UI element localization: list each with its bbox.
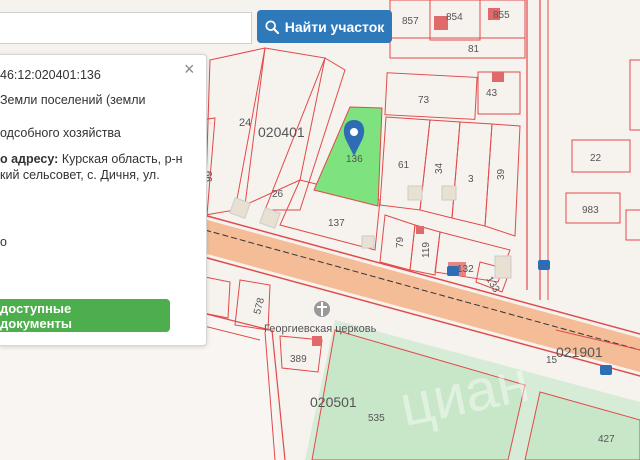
plot-label: 73 — [418, 95, 430, 106]
plot-label: 79 — [395, 236, 406, 248]
search-input[interactable] — [0, 12, 252, 44]
plot-label: 857 — [402, 16, 419, 27]
plot-label: 854 — [446, 12, 463, 23]
search-icon — [265, 19, 279, 34]
quarter-label: 020501 — [310, 394, 357, 410]
quarter-label: 020401 — [258, 124, 305, 140]
plot-info-popup: × 46:12:020401:136 Земли поселений (земл… — [0, 54, 207, 346]
close-icon[interactable]: × — [184, 60, 195, 78]
plot-label: 132 — [457, 264, 474, 275]
land-category: Земли поселений (земли — [0, 93, 146, 107]
plot-label: 22 — [590, 153, 602, 164]
permitted-use: одсобного хозяйства — [0, 126, 121, 140]
church-label: Георгиевская церковь — [264, 323, 377, 335]
address-label: о адресу: — [0, 152, 59, 166]
plot-label: 61 — [398, 160, 410, 171]
plot-label: 855 — [493, 10, 510, 21]
plot-label: 136 — [346, 154, 363, 165]
find-plot-button[interactable]: Найти участок — [257, 10, 392, 43]
plot-label: 26 — [272, 189, 284, 200]
cadastral-number: 46:12:020401:136 — [0, 68, 101, 82]
plot-label: 535 — [368, 413, 385, 424]
address-line: о адресу: Курская область, р-н — [0, 152, 183, 166]
plot-label: 983 — [582, 205, 599, 216]
plot-label: 119 — [421, 242, 432, 258]
plot-label: 137 — [328, 218, 345, 229]
plot-label: 43 — [486, 88, 498, 99]
plot-label: 81 — [468, 44, 480, 55]
plot-label: 389 — [290, 354, 307, 365]
find-plot-button-label: Найти участок — [284, 18, 385, 35]
plot-label: 427 — [598, 434, 615, 445]
plot-label: 34 — [434, 162, 445, 174]
quarter-label: 021901 — [556, 344, 603, 360]
address-value-2: кий сельсовет, с. Дичня, ул. — [0, 168, 160, 182]
available-documents-label: доступные документы — [0, 300, 72, 331]
plot-label: 3 — [468, 174, 474, 185]
address-value-1: Курская область, р-н — [61, 152, 183, 166]
popup-extra: о — [0, 235, 7, 249]
church-icon — [314, 301, 330, 317]
available-documents-button[interactable]: доступные документы — [0, 299, 170, 332]
plot-label: 39 — [496, 168, 507, 180]
plot-label: 24 — [239, 117, 251, 129]
